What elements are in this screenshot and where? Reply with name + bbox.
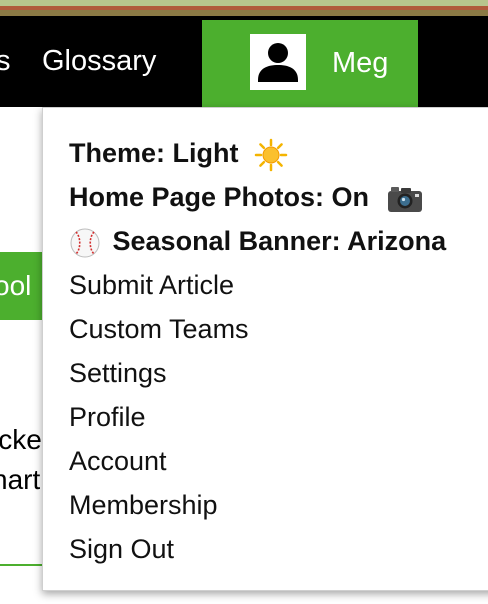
menu-item-home-photos[interactable]: Home Page Photos: On bbox=[69, 177, 423, 217]
header-banner-image bbox=[0, 0, 488, 16]
menu-item-seasonal-banner[interactable]: Seasonal Banner: Arizona bbox=[69, 221, 446, 261]
user-menu-button[interactable]: Meg bbox=[202, 20, 418, 107]
background-green-button[interactable]: ool bbox=[0, 252, 44, 320]
top-navbar: ts Glossary Meg bbox=[0, 16, 488, 107]
background-green-button-label: ool bbox=[0, 270, 32, 301]
background-divider bbox=[0, 564, 44, 566]
background-text-line: icke bbox=[0, 424, 42, 455]
camera-icon bbox=[387, 184, 423, 214]
user-name-label: Meg bbox=[332, 47, 389, 79]
menu-item-settings[interactable]: Settings bbox=[69, 353, 167, 393]
user-dropdown-menu: Theme: Light Home Page Photos: On Season… bbox=[42, 107, 488, 591]
menu-item-account[interactable]: Account bbox=[69, 441, 167, 481]
menu-item-sign-out[interactable]: Sign Out bbox=[69, 529, 174, 569]
nav-link-glossary[interactable]: Glossary bbox=[42, 16, 156, 107]
menu-item-theme-label: Theme: Light bbox=[69, 138, 239, 168]
menu-item-theme[interactable]: Theme: Light bbox=[69, 133, 288, 173]
sun-icon bbox=[254, 138, 288, 172]
menu-item-custom-teams[interactable]: Custom Teams bbox=[69, 309, 249, 349]
background-text-line: nart bbox=[0, 464, 41, 495]
baseball-icon bbox=[69, 227, 101, 259]
user-icon bbox=[250, 34, 306, 90]
menu-item-home-photos-label: Home Page Photos: On bbox=[69, 182, 370, 212]
menu-item-profile[interactable]: Profile bbox=[69, 397, 146, 437]
nav-link-previous[interactable]: ts bbox=[0, 16, 11, 107]
menu-item-membership[interactable]: Membership bbox=[69, 485, 218, 525]
menu-item-submit-article[interactable]: Submit Article bbox=[69, 265, 234, 305]
menu-item-seasonal-banner-label: Seasonal Banner: Arizona bbox=[112, 226, 447, 256]
